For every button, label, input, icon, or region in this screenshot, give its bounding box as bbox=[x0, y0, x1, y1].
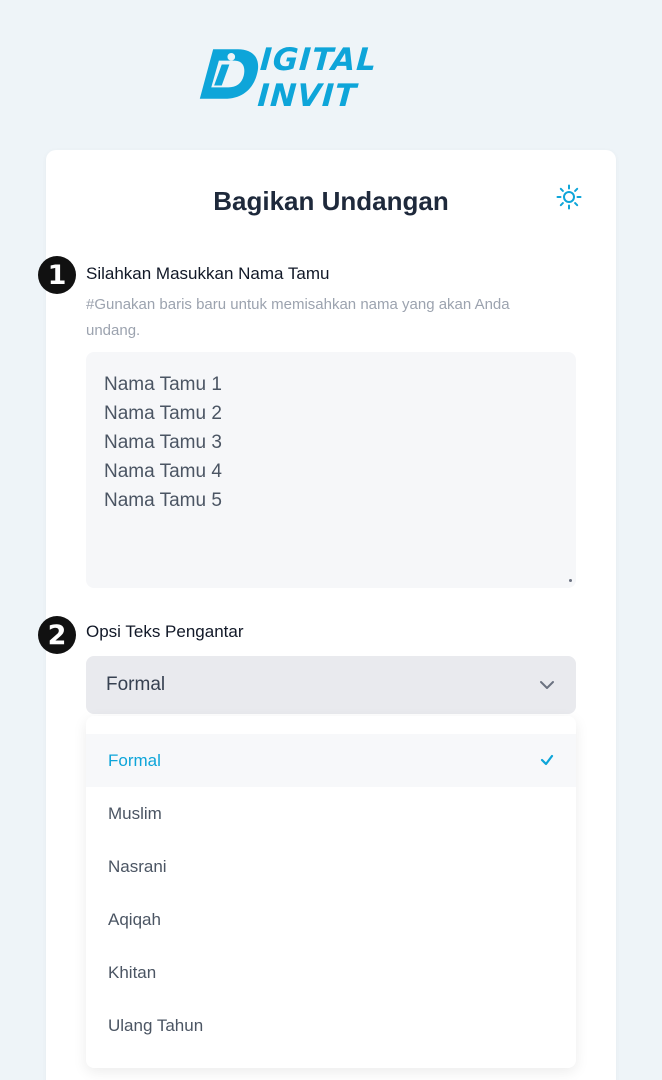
step-2-badge: 2 bbox=[38, 616, 76, 654]
resize-handle[interactable] bbox=[569, 579, 572, 582]
logo-d-icon bbox=[199, 49, 259, 99]
intro-text-select[interactable]: Formal bbox=[86, 656, 576, 714]
sun-icon[interactable] bbox=[556, 184, 582, 210]
guest-line: Nama Tamu 5 bbox=[104, 490, 222, 511]
dropdown-option-ulang-tahun[interactable]: Ulang Tahun bbox=[86, 999, 576, 1052]
guest-line: Nama Tamu 4 bbox=[104, 461, 222, 482]
intro-text-option-label: Opsi Teks Pengantar bbox=[86, 622, 244, 641]
dropdown-option-khitan[interactable]: Khitan bbox=[86, 946, 576, 999]
guest-line: Nama Tamu 1 bbox=[104, 374, 222, 395]
chevron-down-icon bbox=[540, 681, 554, 689]
option-label: Aqiqah bbox=[108, 909, 161, 929]
step-1-badge: 1 bbox=[38, 256, 76, 294]
dropdown-option-aqiqah[interactable]: Aqiqah bbox=[86, 893, 576, 946]
dropdown-option-nasrani[interactable]: Nasrani bbox=[86, 840, 576, 893]
dropdown-option-formal[interactable]: Formal bbox=[86, 734, 576, 787]
guest-line: Nama Tamu 3 bbox=[104, 432, 222, 453]
guest-names-hint: #Gunakan baris baru untuk memisahkan nam… bbox=[86, 296, 510, 339]
logo-text: IGITAL INVIT bbox=[256, 42, 379, 114]
select-value: Formal bbox=[106, 674, 166, 695]
option-label: Ulang Tahun bbox=[108, 1015, 204, 1035]
guest-line: Nama Tamu 2 bbox=[104, 403, 222, 424]
option-label: Nasrani bbox=[108, 856, 167, 876]
option-label: Khitan bbox=[108, 962, 157, 982]
intro-text-dropdown: Formal Muslim Nasrani Aqiqah Khitan Ulan… bbox=[86, 716, 576, 1068]
dropdown-option-muslim[interactable]: Muslim bbox=[86, 787, 576, 840]
option-label: Formal bbox=[108, 750, 161, 770]
guest-names-textarea[interactable]: Nama Tamu 1 Nama Tamu 2 Nama Tamu 3 Nama… bbox=[86, 352, 576, 588]
check-icon bbox=[540, 754, 554, 766]
guest-names-label: Silahkan Masukkan Nama Tamu bbox=[86, 264, 330, 283]
option-label: Muslim bbox=[108, 803, 162, 823]
brand-logo: IGITAL INVIT bbox=[196, 42, 476, 114]
